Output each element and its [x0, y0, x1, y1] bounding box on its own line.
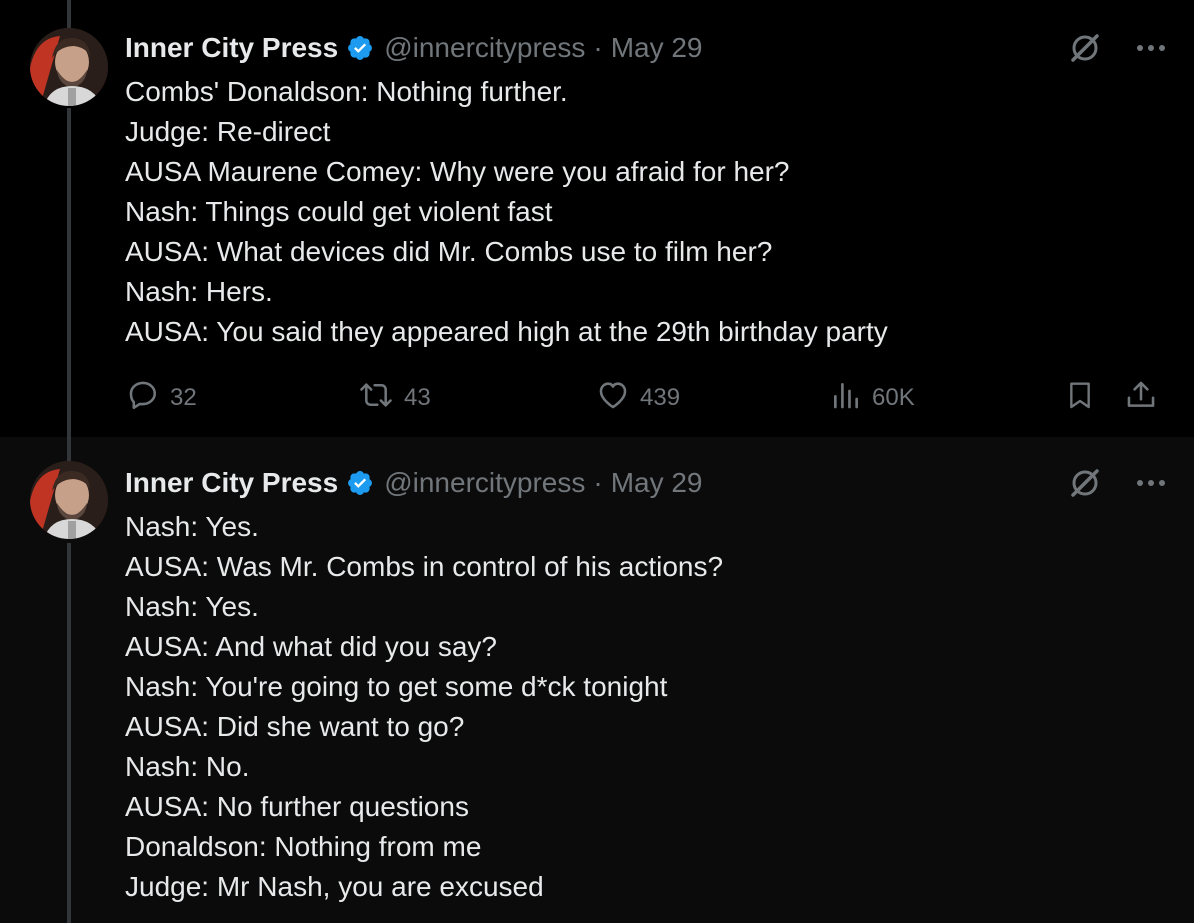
tweet-date[interactable]: May 29 [611, 32, 703, 64]
bookmark-icon [1064, 378, 1096, 419]
author-handle[interactable]: @innercitypress [384, 32, 585, 64]
avatar-image [30, 28, 108, 106]
author-handle[interactable]: @innercitypress [384, 467, 585, 499]
author-name[interactable]: Inner City Press [125, 467, 338, 499]
tweet-line: Donaldson: Nothing from me [125, 831, 482, 862]
tweet-line: Nash: You're going to get some d*ck toni… [125, 671, 668, 702]
avatar-image [30, 461, 108, 539]
tweet-line: AUSA: Did she want to go? [125, 711, 465, 742]
author-name[interactable]: Inner City Press [125, 32, 338, 64]
tweet-line: Nash: Hers. [125, 276, 273, 307]
tweet-text: Combs' Donaldson: Nothing further. Judge… [125, 72, 888, 352]
share-icon [1124, 378, 1158, 419]
reply-count: 32 [170, 384, 197, 411]
grok-icon[interactable] [1068, 31, 1102, 65]
views-icon [830, 378, 862, 419]
tweet-header: Inner City Press @innercitypress · May 2… [125, 463, 703, 503]
avatar[interactable] [30, 461, 108, 539]
tweet-line: AUSA: Was Mr. Combs in control of his ac… [125, 551, 724, 582]
verified-badge-icon [346, 469, 374, 497]
tweet-header-actions [1068, 463, 1166, 503]
like-count: 439 [640, 384, 681, 411]
tweet-header-actions [1068, 28, 1166, 68]
views-count: 60K [872, 384, 915, 411]
share-button[interactable] [1124, 378, 1158, 418]
tweet-line: AUSA Maurene Comey: Why were you afraid … [125, 156, 790, 187]
repost-icon [358, 378, 394, 419]
tweet-line: AUSA: You said they appeared high at the… [125, 316, 888, 347]
tweet-line: Judge: Re-direct [125, 116, 331, 147]
tweet-line: Nash: Things could get violent fast [125, 196, 553, 227]
tweet-line: Judge: Mr Nash, you are excused [125, 871, 544, 902]
tweet-line: AUSA: No further questions [125, 791, 469, 822]
separator-dot: · [593, 467, 603, 498]
bookmark-button[interactable] [1064, 378, 1096, 418]
tweet-2[interactable]: Inner City Press @innercitypress · May 2… [0, 437, 1194, 923]
reply-icon [126, 378, 160, 419]
tweet-actions: 32 43 439 60K [0, 378, 1194, 418]
views-button[interactable]: 60K [830, 378, 915, 418]
tweet-line: Nash: Yes. [125, 511, 259, 542]
tweet-line: Combs' Donaldson: Nothing further. [125, 76, 568, 107]
verified-badge-icon [346, 34, 374, 62]
tweet-line: AUSA: And what did you say? [125, 631, 497, 662]
like-button[interactable]: 439 [596, 378, 680, 418]
grok-icon[interactable] [1068, 466, 1102, 500]
repost-count: 43 [404, 384, 431, 411]
tweet-date[interactable]: May 29 [611, 467, 703, 499]
thread-line-top [67, 437, 71, 461]
tweet-text: Nash: Yes. AUSA: Was Mr. Combs in contro… [125, 507, 723, 907]
more-icon[interactable] [1136, 44, 1166, 52]
tweet-line: Nash: Yes. [125, 591, 259, 622]
like-icon [596, 378, 630, 419]
repost-button[interactable]: 43 [358, 378, 431, 418]
thread-line [67, 543, 71, 923]
reply-button[interactable]: 32 [126, 378, 197, 418]
tweet-line: AUSA: What devices did Mr. Combs use to … [125, 236, 773, 267]
more-icon[interactable] [1136, 479, 1166, 487]
avatar[interactable] [30, 28, 108, 106]
tweet-header: Inner City Press @innercitypress · May 2… [125, 28, 703, 68]
separator-dot: · [593, 32, 603, 63]
thread-line-top [67, 0, 71, 28]
tweet-line: Nash: No. [125, 751, 250, 782]
tweet-1[interactable]: Inner City Press @innercitypress · May 2… [0, 0, 1194, 437]
